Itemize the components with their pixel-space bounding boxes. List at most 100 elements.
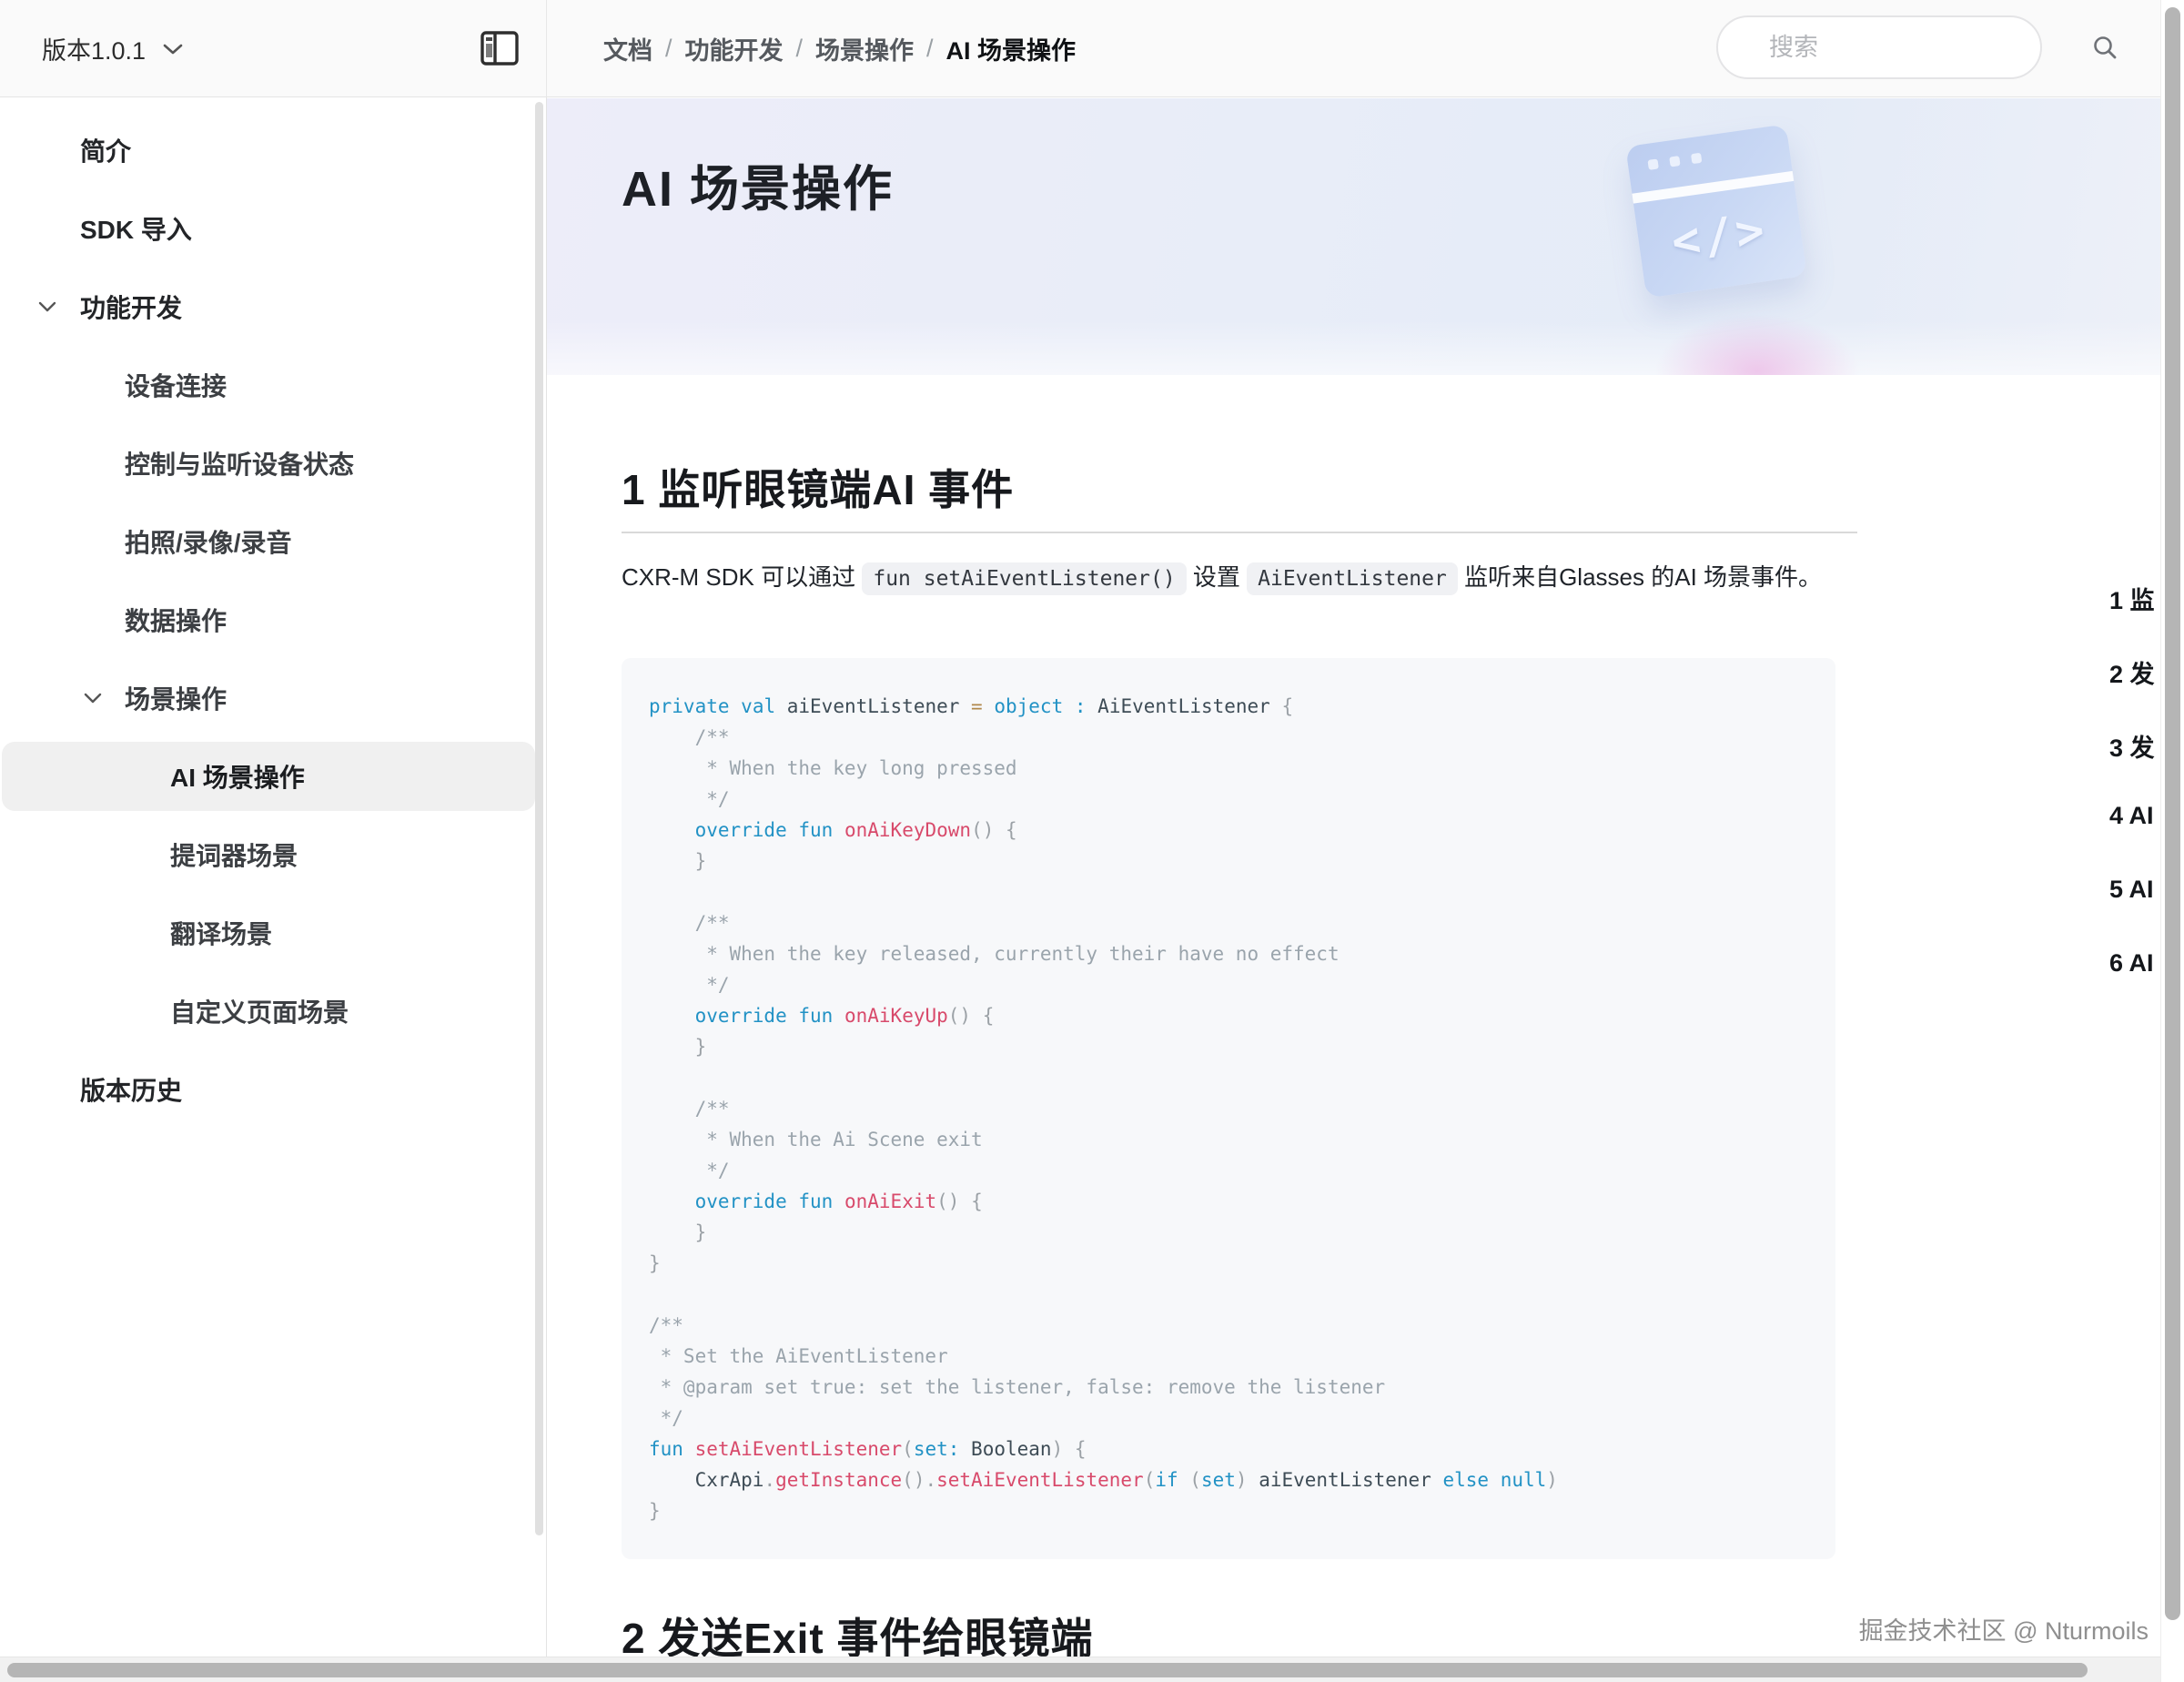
code-token: { [1281, 695, 1293, 717]
code-token: ( [902, 1438, 914, 1460]
code-line: */ [649, 1403, 1808, 1434]
code-token: fun [798, 1005, 833, 1027]
content-area: AI 场景操作 </> 1 监听眼镜端AI 事件 CXR-M SDK 可以通过 … [547, 98, 2160, 1660]
code-token: if [1155, 1469, 1178, 1491]
code-token: */ [649, 788, 730, 810]
code-token: getInstance [775, 1469, 902, 1491]
code-token: private [649, 695, 730, 717]
code-token: * When the Ai Scene exit [649, 1129, 983, 1150]
sidebar-item[interactable]: AI 场景操作 [0, 737, 546, 816]
sidebar-item[interactable]: 版本历史 [0, 1050, 546, 1129]
sidebar-item[interactable]: 简介 [0, 111, 546, 189]
code-line: * When the key released, currently their… [649, 938, 1808, 969]
inline-code: AiEventListener [1247, 562, 1458, 595]
vertical-scrollbar-thumb[interactable] [2165, 7, 2180, 1620]
code-line: */ [649, 1155, 1808, 1186]
code-token: override [695, 819, 787, 841]
code-token: aiEventListener [1248, 1469, 1443, 1491]
sidebar-scrollbar-thumb[interactable] [535, 102, 543, 1535]
code-token: = [971, 695, 983, 717]
code-token: onAiKeyUp [844, 1005, 948, 1027]
code-token: } [649, 850, 706, 872]
code-line: } [649, 1217, 1808, 1248]
search-icon[interactable] [2091, 34, 2118, 61]
code-token: * Set the AiEventListener [649, 1345, 948, 1367]
toc-item[interactable]: 6 AI [2109, 949, 2154, 978]
code-token: CxrApi [649, 1469, 763, 1491]
breadcrumb-link[interactable]: 功能开发 [685, 31, 784, 66]
code-line: * When the Ai Scene exit [649, 1124, 1808, 1155]
horizontal-scrollbar-thumb[interactable] [7, 1663, 2088, 1677]
code-token: else [1442, 1469, 1489, 1491]
code-token: override [695, 1005, 787, 1027]
code-line [649, 1279, 1808, 1310]
code-token: { [1006, 819, 1017, 841]
code-token: * @param set true: set the listener, fal… [649, 1376, 1385, 1398]
code-token: } [649, 1221, 706, 1243]
sidebar-item[interactable]: 翻译场景 [0, 894, 546, 972]
version-selector[interactable]: 版本1.0.1 [42, 0, 184, 97]
paragraph-text: CXR-M SDK 可以通过 [622, 563, 862, 591]
section-2-heading: 2 发送Exit 事件给眼镜端 [622, 1606, 1094, 1660]
code-token [1178, 1469, 1190, 1491]
version-label: 版本1.0.1 [42, 31, 146, 66]
code-token: } [649, 1500, 661, 1522]
code-token [994, 819, 1006, 841]
sidebar: 简介SDK 导入功能开发设备连接控制与监听设备状态拍照/录像/录音数据操作场景操… [0, 98, 546, 1682]
code-token [730, 695, 742, 717]
sidebar-item[interactable]: 提词器场景 [0, 816, 546, 894]
toc-item[interactable]: 2 发 [2109, 654, 2155, 690]
code-token: } [649, 1036, 706, 1058]
sidebar-item[interactable]: 场景操作 [0, 659, 546, 737]
code-token: * When the key long pressed [649, 757, 1017, 779]
code-token: ) [1546, 1469, 1558, 1491]
sidebar-item-label: 翻译场景 [170, 915, 272, 951]
code-line [649, 876, 1808, 907]
sidebar-toggle-icon[interactable] [480, 31, 519, 66]
toc-item[interactable]: 3 发 [2109, 728, 2155, 764]
code-token [833, 1191, 844, 1212]
sidebar-item-label: 设备连接 [125, 367, 227, 403]
code-token [787, 1005, 799, 1027]
code-line: CxrApi.getInstance().setAiEventListener(… [649, 1464, 1808, 1495]
code-token: (). [902, 1469, 936, 1491]
code-token [1063, 695, 1075, 717]
code-line: /** [649, 1310, 1808, 1341]
sidebar-item-label: 拍照/录像/录音 [125, 523, 292, 560]
toc-item[interactable]: 5 AI [2109, 876, 2154, 904]
code-token [833, 1005, 844, 1027]
sidebar-item[interactable]: 数据操作 [0, 581, 546, 659]
search-input[interactable] [1769, 34, 2091, 62]
sidebar-item[interactable]: 功能开发 [0, 268, 546, 346]
watermark-text: 掘金技术社区 @ Nturmoils [1839, 1611, 2149, 1647]
code-token: override [695, 1191, 787, 1212]
vertical-scrollbar-track[interactable] [2160, 0, 2184, 1682]
sidebar-item[interactable]: 拍照/录像/录音 [0, 502, 546, 581]
toc-item[interactable]: 4 AI [2109, 802, 2154, 830]
search-box[interactable] [1716, 15, 2042, 79]
sidebar-item-label: 版本历史 [80, 1071, 182, 1108]
breadcrumb-current: AI 场景操作 [946, 31, 1077, 66]
sidebar-item[interactable]: 控制与监听设备状态 [0, 424, 546, 502]
code-line: /** [649, 722, 1808, 753]
sidebar-item[interactable]: 设备连接 [0, 346, 546, 424]
code-token: () [948, 1005, 971, 1027]
code-token: object [994, 695, 1063, 717]
sidebar-item-label: 功能开发 [80, 289, 182, 325]
sidebar-item[interactable]: 自定义页面场景 [0, 972, 546, 1050]
code-token: ( [1144, 1469, 1156, 1491]
code-token: ) [1052, 1438, 1064, 1460]
sidebar-item[interactable]: SDK 导入 [0, 189, 546, 268]
breadcrumb-link[interactable]: 场景操作 [815, 31, 914, 66]
inline-code: fun setAiEventListener() [862, 562, 1186, 595]
sidebar-item-label: 自定义页面场景 [170, 993, 349, 1029]
horizontal-scrollbar-track[interactable] [0, 1657, 2160, 1682]
code-window-icon: </> [1625, 124, 1807, 298]
code-token [1063, 1438, 1075, 1460]
code-line: override fun onAiKeyDown() { [649, 815, 1808, 846]
code-token: /** [649, 1098, 730, 1120]
paragraph-text: 设置 [1187, 563, 1247, 591]
toc-item[interactable]: 1 监 [2109, 581, 2155, 616]
breadcrumb-link[interactable]: 文档 [603, 31, 652, 66]
window-dots-icon [1647, 153, 1702, 170]
